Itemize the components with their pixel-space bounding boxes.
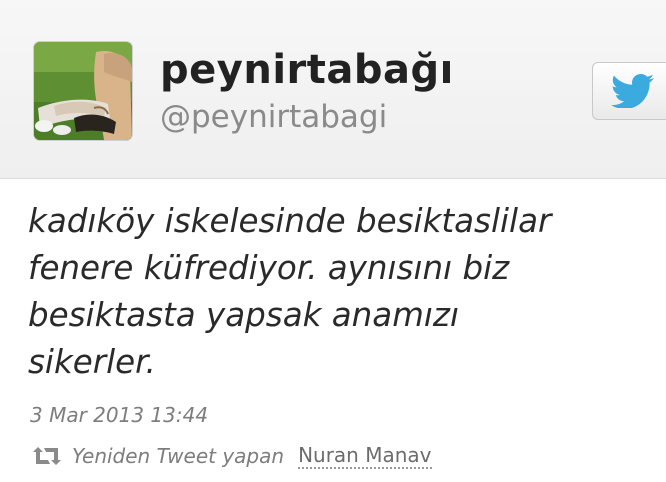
tweet-card: peynirtabağı @peynirtabagi kadıköy iskel… [0, 0, 666, 482]
tweet-header: peynirtabağı @peynirtabagi [0, 0, 666, 179]
follow-button[interactable] [592, 62, 666, 120]
display-name[interactable]: peynirtabağı [160, 46, 454, 94]
profile-names: peynirtabağı @peynirtabagi [160, 46, 454, 138]
tweet-text: kadıköy iskelesinde besiktaslilar fenere… [28, 202, 552, 381]
retweet-user-link[interactable]: Nuran Manav [298, 443, 432, 469]
retweet-icon [33, 447, 61, 465]
username-handle[interactable]: @peynirtabagi [160, 96, 454, 138]
avatar[interactable] [34, 42, 132, 140]
retweet-label: Yeniden Tweet yapan [72, 444, 285, 468]
twitter-bird-icon [611, 74, 654, 108]
profile-photo-icon [34, 42, 132, 140]
tweet-timestamp[interactable]: 3 Mar 2013 13:44 [30, 403, 208, 427]
retweet-info: Yeniden Tweet yapan Nuran Manav [30, 443, 432, 469]
